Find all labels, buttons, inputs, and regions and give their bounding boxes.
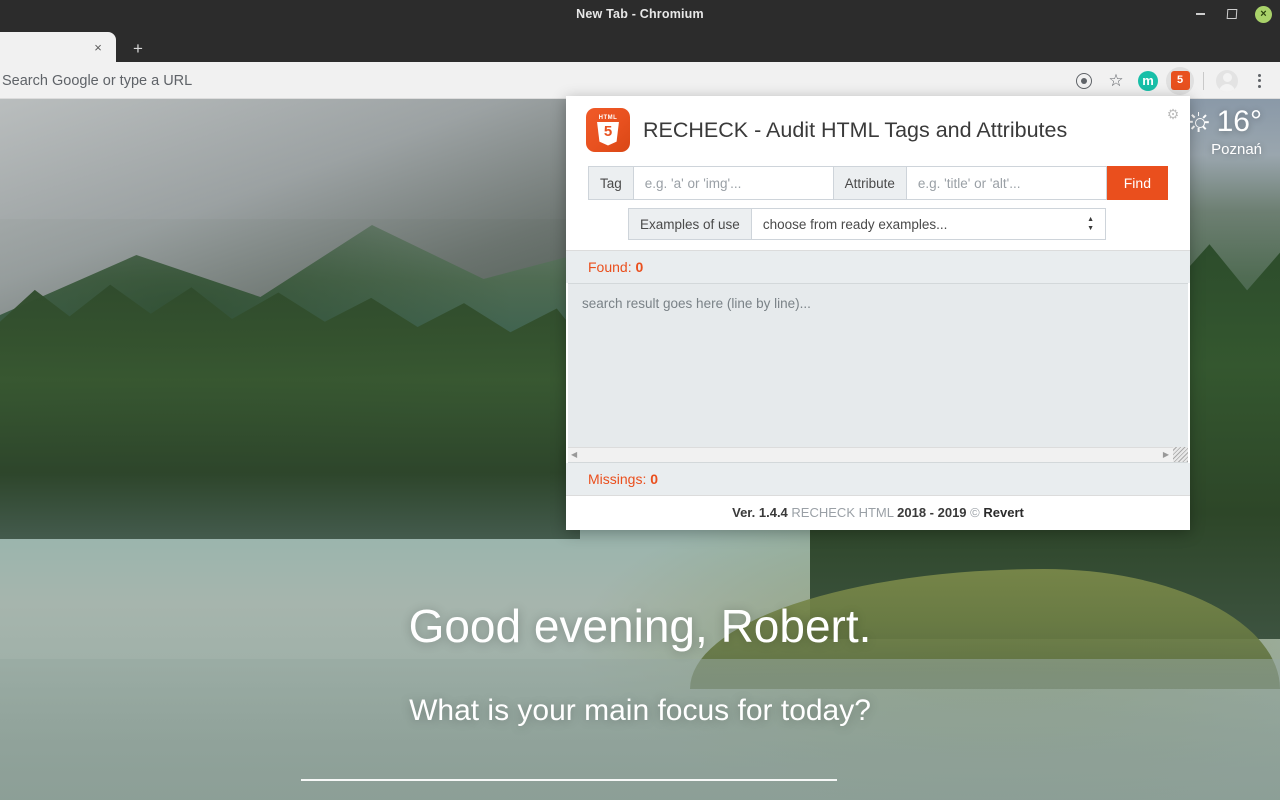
find-button[interactable]: Find — [1106, 166, 1168, 200]
popup-title: RECHECK - Audit HTML Tags and Attributes — [643, 117, 1068, 142]
browser-toolbar: Search Google or type a URL ☆ m 5 — [0, 62, 1280, 99]
extension-momentum-icon[interactable]: m — [1133, 66, 1163, 96]
footer-years: 2018 - 2019 — [897, 505, 967, 520]
search-form: Tag Attribute Find Examples of use choos… — [566, 160, 1190, 250]
greeting-text: Good evening, Robert. — [408, 600, 872, 652]
tag-label: Tag — [588, 166, 634, 200]
window-controls: × — [1191, 0, 1272, 28]
results-horizontal-scrollbar[interactable]: ◀ ▶ — [568, 447, 1188, 462]
missings-label: Missings: — [588, 471, 647, 487]
weather-city: Poznań — [1211, 141, 1262, 158]
close-button[interactable]: × — [1255, 5, 1272, 23]
missings-status: Missings: 0 — [566, 463, 1190, 496]
address-bar[interactable]: Search Google or type a URL — [0, 62, 192, 99]
found-status: Found: 0 — [566, 250, 1190, 283]
weather-temperature: 16° — [1216, 105, 1262, 138]
scroll-left-icon[interactable]: ◀ — [571, 451, 577, 459]
chrome-menu-icon[interactable] — [1244, 66, 1274, 96]
results-textarea[interactable]: search result goes here (line by line)..… — [568, 283, 1188, 463]
attribute-input[interactable] — [906, 166, 1107, 200]
found-label: Found: — [588, 259, 632, 275]
logo-digit: 5 — [603, 122, 613, 140]
examples-select[interactable]: choose from ready examples... — [751, 208, 1106, 240]
examples-label: Examples of use — [628, 208, 752, 240]
window-title: New Tab - Chromium — [576, 7, 704, 21]
footer-product: RECHECK HTML — [791, 505, 894, 520]
gear-icon[interactable]: ⚙ — [1166, 107, 1180, 121]
weather-widget[interactable]: 16° Poznań — [1188, 105, 1262, 158]
recheck-extension-popup: HTML 5 RECHECK - Audit HTML Tags and Att… — [566, 96, 1190, 530]
tab-strip: × + — [0, 28, 1280, 62]
new-tab-button[interactable]: + — [124, 38, 152, 60]
extension-recheck-html-icon[interactable]: 5 — [1165, 66, 1195, 96]
focus-underline — [301, 779, 837, 781]
examples-row: Examples of use choose from ready exampl… — [588, 208, 1168, 240]
tag-input[interactable] — [633, 166, 834, 200]
examples-selected-value: choose from ready examples... — [762, 216, 948, 232]
focus-prompt[interactable]: What is your main focus for today? — [0, 694, 1280, 728]
chevron-updown-icon: ▲ ▼ — [1087, 216, 1094, 232]
footer-author: Revert — [983, 505, 1024, 520]
sun-icon — [1188, 112, 1209, 132]
found-count: 0 — [635, 259, 644, 275]
attribute-label: Attribute — [833, 166, 907, 200]
popup-header: HTML 5 RECHECK - Audit HTML Tags and Att… — [566, 96, 1190, 160]
footer-copyright: © — [970, 505, 980, 520]
html5-letter: 5 — [1176, 74, 1184, 86]
browser-tab[interactable]: × — [0, 32, 116, 62]
omnibox-placeholder: Search Google or type a URL — [2, 72, 193, 89]
scroll-right-icon[interactable]: ▶ — [1163, 451, 1169, 459]
popup-footer: Ver. 1.4.4 RECHECK HTML 2018 - 2019 © Re… — [566, 496, 1190, 530]
tag-attribute-input-group: Tag Attribute Find — [588, 166, 1168, 200]
toolbar-actions: ☆ m 5 — [1069, 62, 1274, 99]
maximize-button[interactable] — [1223, 5, 1241, 23]
results-placeholder: search result goes here (line by line)..… — [582, 296, 811, 311]
profile-avatar[interactable] — [1212, 66, 1242, 96]
tab-close-icon[interactable]: × — [90, 39, 106, 55]
window-titlebar: New Tab - Chromium × — [0, 0, 1280, 28]
footer-version: Ver. 1.4.4 — [732, 505, 788, 520]
minimize-button[interactable] — [1191, 5, 1209, 23]
resize-handle[interactable] — [1173, 447, 1188, 462]
html5-logo-icon: HTML 5 — [586, 108, 630, 152]
star-icon[interactable]: ☆ — [1101, 66, 1131, 96]
star-glyph: ☆ — [1108, 71, 1124, 90]
logo-html-text: HTML — [598, 114, 618, 121]
toolbar-divider — [1203, 71, 1204, 90]
target-icon[interactable] — [1069, 66, 1099, 96]
momentum-letter: m — [1138, 70, 1158, 91]
missings-count: 0 — [650, 471, 659, 487]
